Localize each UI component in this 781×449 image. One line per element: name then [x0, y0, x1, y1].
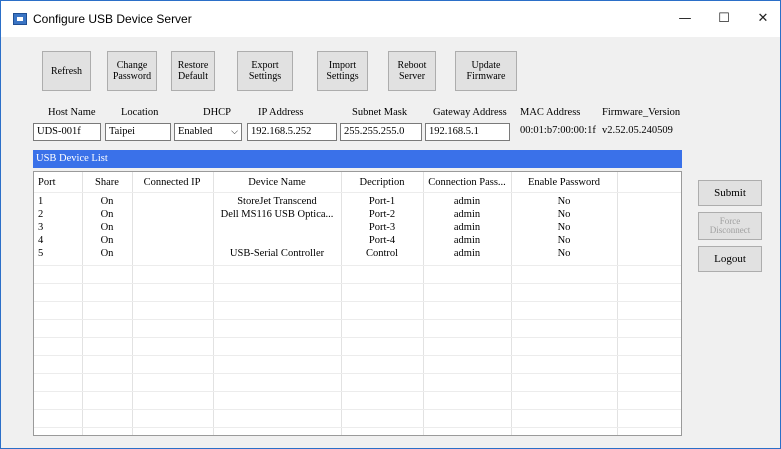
column-header-port[interactable]: Port	[38, 177, 56, 188]
location-field[interactable]: Taipei	[105, 123, 171, 141]
cell-connection-password: admin	[453, 222, 481, 233]
column-header-connection-password[interactable]: Connection Pass...	[428, 177, 506, 188]
location-label: Location	[121, 107, 159, 118]
logout-button[interactable]: Logout	[698, 246, 762, 272]
cell-connection-password: admin	[453, 209, 481, 220]
column-header-connected-ip[interactable]: Connected IP	[144, 177, 201, 188]
usb-device-list-header: USB Device List	[33, 150, 682, 168]
usb-device-table: Port Share Connected IP Device Name Decr…	[33, 171, 682, 436]
minimize-button[interactable]: —	[665, 5, 705, 33]
row-divider	[34, 427, 681, 428]
column-header-description[interactable]: Decription	[360, 177, 405, 188]
cell-share: On	[100, 196, 114, 207]
column-divider	[213, 172, 214, 435]
refresh-button[interactable]: Refresh	[42, 51, 91, 91]
cell-description: Port-3	[368, 222, 396, 233]
row-divider	[34, 391, 681, 392]
ip-address-label: IP Address	[258, 107, 304, 118]
row-divider	[34, 337, 681, 338]
export-settings-button[interactable]: Export Settings	[237, 51, 293, 91]
app-icon	[13, 13, 27, 25]
restore-default-button[interactable]: Restore Default	[171, 51, 215, 91]
cell-device-name: StoreJet Transcend	[237, 196, 317, 207]
ip-address-field[interactable]: 192.168.5.252	[247, 123, 337, 141]
column-divider	[82, 172, 83, 435]
maximize-button[interactable]: ☐	[704, 5, 744, 33]
dhcp-label: DHCP	[203, 107, 232, 118]
reboot-server-button[interactable]: Reboot Server	[388, 51, 436, 91]
cell-enable-password: No	[557, 209, 571, 220]
configure-usb-device-server-window: Configure USB Device Server — ☐ ✕ Refres…	[0, 0, 781, 449]
subnet-mask-label: Subnet Mask	[352, 107, 408, 118]
row-divider	[34, 409, 681, 410]
cell-share: On	[100, 235, 114, 246]
mac-address-value: 00:01:b7:00:00:1f	[520, 125, 596, 136]
cell-description: Port-4	[368, 235, 396, 246]
host-name-label: Host Name	[48, 107, 96, 118]
cell-description: Control	[365, 248, 399, 259]
cell-connection-password: admin	[453, 235, 481, 246]
cell-port: 2	[38, 209, 44, 220]
column-divider	[617, 172, 618, 435]
dhcp-selected-value: Enabled	[178, 126, 213, 137]
cell-enable-password: No	[557, 248, 571, 259]
row-divider	[34, 373, 681, 374]
cell-description: Port-2	[368, 209, 396, 220]
cell-enable-password: No	[557, 196, 571, 207]
row-divider	[34, 319, 681, 320]
update-firmware-button[interactable]: Update Firmware	[455, 51, 517, 91]
row-divider	[34, 355, 681, 356]
firmware-version-value: v2.52.05.240509	[602, 125, 673, 136]
column-divider	[341, 172, 342, 435]
column-divider	[132, 172, 133, 435]
gateway-address-label: Gateway Address	[433, 107, 507, 118]
title-bar: Configure USB Device Server — ☐ ✕	[1, 1, 780, 37]
cell-enable-password: No	[557, 235, 571, 246]
column-header-enable-password[interactable]: Enable Password	[528, 177, 600, 188]
chevron-down-icon: ⌵	[231, 127, 238, 137]
cell-port: 5	[38, 248, 44, 259]
subnet-mask-field[interactable]: 255.255.255.0	[340, 123, 422, 141]
firmware-version-label: Firmware_Version	[602, 107, 681, 118]
row-divider	[34, 265, 681, 266]
cell-share: On	[100, 209, 114, 220]
cell-device-name: USB-Serial Controller	[229, 248, 325, 259]
submit-button[interactable]: Submit	[698, 180, 762, 206]
cell-device-name: Dell MS116 USB Optica...	[220, 209, 334, 220]
row-divider	[34, 283, 681, 284]
cell-port: 4	[38, 235, 44, 246]
row-divider	[34, 301, 681, 302]
change-password-button[interactable]: Change Password	[107, 51, 157, 91]
column-divider	[423, 172, 424, 435]
column-header-share[interactable]: Share	[95, 177, 119, 188]
row-divider	[34, 192, 681, 193]
column-divider	[511, 172, 512, 435]
cell-port: 1	[38, 196, 44, 207]
mac-address-label: MAC Address	[520, 107, 581, 118]
cell-description: Port-1	[368, 196, 396, 207]
close-button[interactable]: ✕	[743, 5, 780, 33]
column-header-device-name[interactable]: Device Name	[248, 177, 305, 188]
host-name-field[interactable]: UDS-001f	[33, 123, 101, 141]
import-settings-button[interactable]: Import Settings	[317, 51, 368, 91]
dhcp-select[interactable]: Enabled ⌵	[174, 123, 242, 141]
cell-share: On	[100, 222, 114, 233]
cell-share: On	[100, 248, 114, 259]
cell-port: 3	[38, 222, 44, 233]
cell-enable-password: No	[557, 222, 571, 233]
cell-connection-password: admin	[453, 196, 481, 207]
cell-connection-password: admin	[453, 248, 481, 259]
force-disconnect-button[interactable]: Force Disconnect	[698, 212, 762, 240]
window-title: Configure USB Device Server	[33, 12, 192, 26]
gateway-address-field[interactable]: 192.168.5.1	[425, 123, 510, 141]
